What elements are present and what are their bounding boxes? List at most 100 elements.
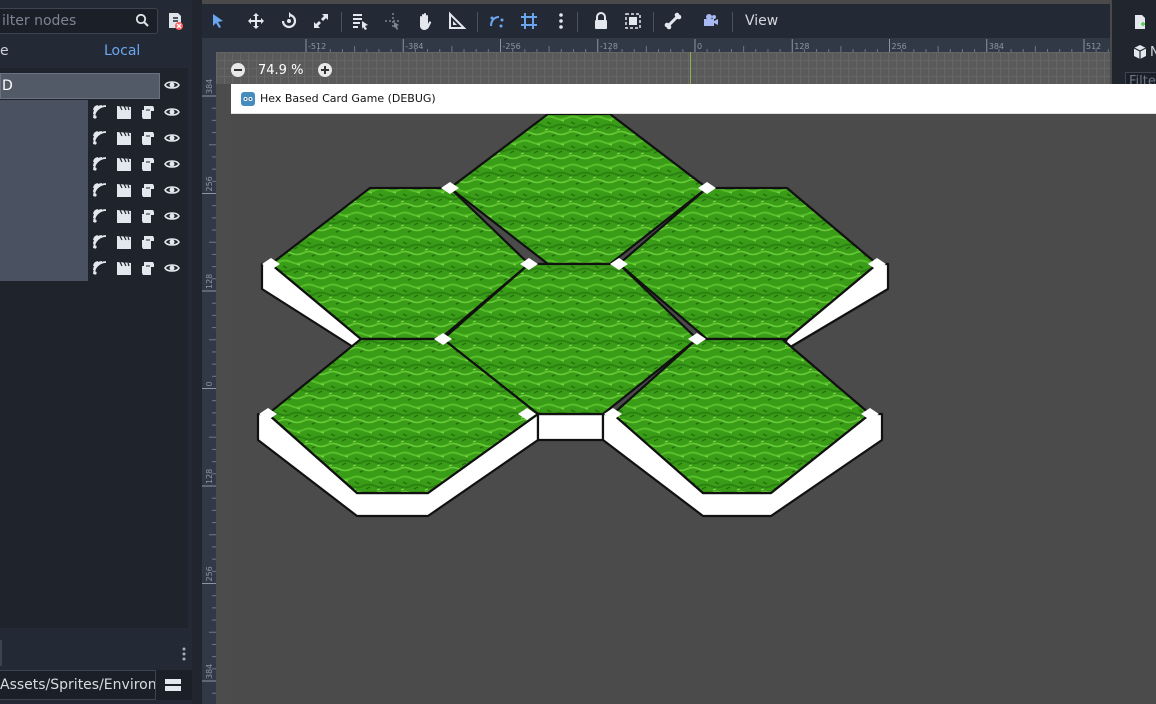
kebab-menu-icon[interactable] <box>180 646 188 662</box>
visibility-eye-icon[interactable] <box>164 208 180 224</box>
game-window-title: Hex Based Card Game (DEBUG) <box>260 92 436 105</box>
zoom-in-icon[interactable] <box>317 62 333 78</box>
zoom-out-icon[interactable] <box>230 62 246 78</box>
godot-editor: ilter nodes e Local D Assets/Sprites/Env… <box>0 0 1156 704</box>
list-view-icon[interactable] <box>164 676 182 694</box>
filesystem-path-input[interactable]: Assets/Sprites/Environ <box>0 670 156 700</box>
ruler-label: 0 <box>697 42 702 51</box>
scene-filter-script-icon[interactable] <box>164 10 186 32</box>
tab-local[interactable]: Local <box>104 43 140 59</box>
smart-snap-icon[interactable] <box>487 11 507 31</box>
view-menu[interactable]: View <box>745 13 778 29</box>
list-select-icon[interactable] <box>350 11 370 31</box>
node-tab-label[interactable]: N <box>1150 45 1156 60</box>
pivot-mode-icon[interactable] <box>383 11 403 31</box>
tree-row[interactable] <box>90 151 188 177</box>
script-icon[interactable] <box>140 182 156 198</box>
ruler-label: 128 <box>205 469 214 484</box>
script-icon[interactable] <box>140 234 156 250</box>
skeleton-bone-icon[interactable] <box>663 11 683 31</box>
node-cube-icon <box>1133 45 1147 59</box>
signal-icon[interactable] <box>92 156 108 172</box>
visibility-eye-icon[interactable] <box>164 77 180 93</box>
ruler-label: 0 <box>205 381 214 386</box>
signal-icon[interactable] <box>92 130 108 146</box>
tree-row[interactable] <box>90 229 188 255</box>
ruler-label: 256 <box>205 176 214 191</box>
lock-icon[interactable] <box>591 11 611 31</box>
tab-remote-scene[interactable]: e <box>0 43 9 59</box>
script-icon[interactable] <box>140 156 156 172</box>
instance-clapper-icon[interactable] <box>116 130 132 146</box>
ruler-label: 256 <box>892 42 907 51</box>
instance-clapper-icon[interactable] <box>116 104 132 120</box>
select-mode-icon[interactable] <box>208 11 228 31</box>
new-script-icon[interactable] <box>1132 14 1148 30</box>
game-window-titlebar[interactable]: Hex Based Card Game (DEBUG) <box>231 84 1156 114</box>
visibility-eye-icon[interactable] <box>164 182 180 198</box>
ruler-label: 384 <box>205 664 214 679</box>
ruler-horizontal-ticks: -512 -384 -256 -128 0 128 256 384 512 <box>305 39 1109 52</box>
ruler-label: -256 <box>503 42 521 51</box>
pan-mode-icon[interactable] <box>415 11 435 31</box>
instance-clapper-icon[interactable] <box>116 156 132 172</box>
signal-icon[interactable] <box>92 104 108 120</box>
toolbar-separator <box>341 12 342 32</box>
toolbar-separator <box>577 12 578 32</box>
tree-row[interactable] <box>90 255 188 281</box>
hex-tiles <box>256 114 890 518</box>
ruler-label: 128 <box>794 42 809 51</box>
camera-override-icon[interactable] <box>701 11 721 31</box>
tree-row[interactable] <box>90 99 188 125</box>
ruler-label: -128 <box>600 42 618 51</box>
tree-row[interactable] <box>90 203 188 229</box>
canvas-grid <box>216 52 1110 84</box>
scene-tabs: e Local <box>0 38 188 66</box>
script-icon[interactable] <box>140 260 156 276</box>
scale-mode-icon[interactable] <box>311 11 331 31</box>
ruler-label: 128 <box>205 274 214 289</box>
ruler-label: 512 <box>1086 42 1101 51</box>
visibility-eye-icon[interactable] <box>164 234 180 250</box>
game-viewport[interactable] <box>231 114 1156 704</box>
instance-clapper-icon[interactable] <box>116 208 132 224</box>
visibility-eye-icon[interactable] <box>164 156 180 172</box>
snap-options-kebab-icon[interactable] <box>551 11 571 31</box>
script-icon[interactable] <box>140 130 156 146</box>
group-icon[interactable] <box>623 11 643 31</box>
visibility-eye-icon[interactable] <box>164 104 180 120</box>
scene-tree-root-node[interactable]: D <box>0 73 160 99</box>
ruler-vertical: 384 256 128 0 128 256 384 <box>202 52 216 704</box>
rotate-mode-icon[interactable] <box>279 11 299 31</box>
ruler-label: 384 <box>205 79 214 94</box>
signal-icon[interactable] <box>92 234 108 250</box>
signal-icon[interactable] <box>92 182 108 198</box>
tree-row[interactable] <box>90 125 188 151</box>
child-nodes-selection[interactable] <box>0 100 88 281</box>
tree-row[interactable] <box>90 177 188 203</box>
instance-clapper-icon[interactable] <box>116 182 132 198</box>
move-mode-icon[interactable] <box>246 11 266 31</box>
ruler-mode-icon[interactable] <box>447 11 467 31</box>
signal-icon[interactable] <box>92 208 108 224</box>
grid-snap-icon[interactable] <box>519 11 539 31</box>
instance-clapper-icon[interactable] <box>116 260 132 276</box>
ruler-label: -384 <box>405 42 423 51</box>
ruler-vertical-ticks: 384 256 128 0 128 256 384 <box>202 79 216 694</box>
scene-dock: ilter nodes e Local D Assets/Sprites/Env… <box>0 0 192 704</box>
instance-clapper-icon[interactable] <box>116 234 132 250</box>
zoom-level-label[interactable]: 74.9 % <box>258 63 303 78</box>
script-icon[interactable] <box>140 104 156 120</box>
toolbar-separator <box>477 12 478 32</box>
visibility-eye-icon[interactable] <box>164 130 180 146</box>
dock-tab-stub[interactable] <box>0 640 2 666</box>
filter-nodes-input[interactable]: ilter nodes <box>0 8 158 34</box>
ruler-label: 256 <box>205 566 214 581</box>
filesystem-path-bar: Assets/Sprites/Environ <box>0 670 192 700</box>
dock-splitter[interactable] <box>192 0 202 704</box>
signal-icon[interactable] <box>92 260 108 276</box>
hex-board <box>256 114 890 518</box>
visibility-eye-icon[interactable] <box>164 260 180 276</box>
script-icon[interactable] <box>140 208 156 224</box>
ruler-label: -512 <box>308 42 326 51</box>
